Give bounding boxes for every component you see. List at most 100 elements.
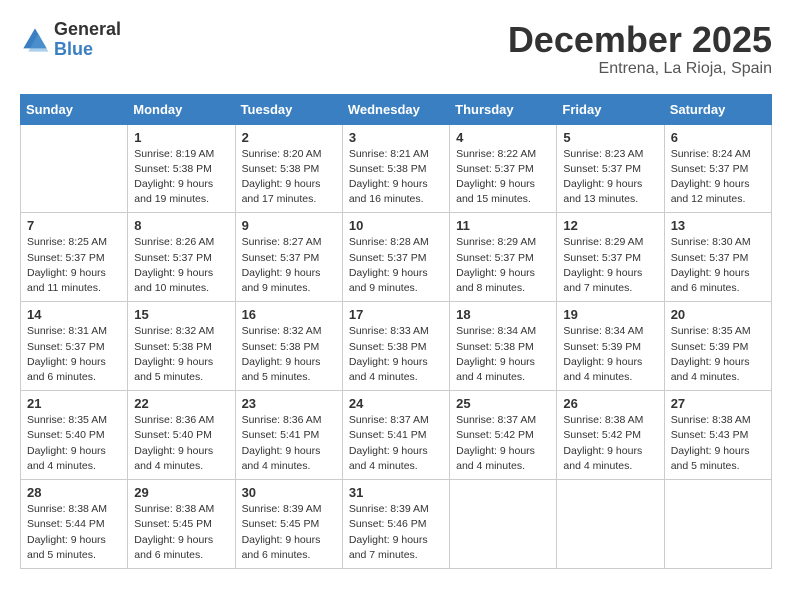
calendar-day-cell: 24Sunrise: 8:37 AM Sunset: 5:41 PM Dayli… [342,391,449,480]
day-number: 23 [242,396,336,411]
calendar-day-cell: 8 Sunrise: 8:26 AM Sunset: 5:37 PM Daylig… [128,213,235,302]
day-number: 9 [242,218,336,233]
calendar-day-cell: 22 Sunrise: 8:36 AM Sunset: 5:40 PM Dayli… [128,391,235,480]
calendar-day-cell: 13 Sunrise: 8:30 AM Sunset: 5:37 PM Dayli… [664,213,771,302]
day-info: Sunrise: 8:31 AM Sunset: 5:37 PM Dayligh… [27,324,121,385]
day-info: Sunrise: 8:36 AM Sunset: 5:41 PM Dayligh… [242,413,336,474]
location: Entrena, La Rioja, Spain [508,60,772,78]
day-of-week-header: Wednesday [342,94,449,124]
day-info: Sunrise: 8:23 AM Sunset: 5:37 PM Dayligh… [563,147,657,208]
day-number: 21 [27,396,121,411]
day-info: Sunrise: 8:28 AM Sunset: 5:37 PM Dayligh… [349,235,443,296]
day-number: 5 [563,130,657,145]
day-of-week-header: Saturday [664,94,771,124]
calendar-day-cell: 28 Sunrise: 8:38 AM Sunset: 5:44 PM Dayli… [21,480,128,569]
calendar-day-cell: 9 Sunrise: 8:27 AM Sunset: 5:37 PM Daylig… [235,213,342,302]
calendar-day-cell: 17Sunrise: 8:33 AM Sunset: 5:38 PM Dayli… [342,302,449,391]
calendar-day-cell: 10 Sunrise: 8:28 AM Sunset: 5:37 PM Dayli… [342,213,449,302]
calendar-day-cell [557,480,664,569]
day-info: Sunrise: 8:21 AM Sunset: 5:38 PM Dayligh… [349,147,443,208]
day-info: Sunrise: 8:38 AM Sunset: 5:43 PM Dayligh… [671,413,765,474]
day-of-week-header: Thursday [450,94,557,124]
day-info: Sunrise: 8:37 AM Sunset: 5:41 PM Dayligh… [349,413,443,474]
calendar-table: SundayMondayTuesdayWednesdayThursdayFrid… [20,94,772,569]
calendar-week-row: 14Sunrise: 8:31 AM Sunset: 5:37 PM Dayli… [21,302,772,391]
calendar-day-cell: 2Sunrise: 8:20 AM Sunset: 5:38 PM Daylig… [235,124,342,213]
calendar-day-cell: 21 Sunrise: 8:35 AM Sunset: 5:40 PM Dayli… [21,391,128,480]
day-number: 28 [27,485,121,500]
day-info: Sunrise: 8:38 AM Sunset: 5:45 PM Dayligh… [134,502,228,563]
day-info: Sunrise: 8:35 AM Sunset: 5:39 PM Dayligh… [671,324,765,385]
logo: General Blue [20,20,121,60]
calendar-day-cell [450,480,557,569]
calendar-day-cell [664,480,771,569]
day-info: Sunrise: 8:32 AM Sunset: 5:38 PM Dayligh… [242,324,336,385]
day-number: 1 [134,130,228,145]
day-info: Sunrise: 8:29 AM Sunset: 5:37 PM Dayligh… [563,235,657,296]
calendar-day-cell: 14Sunrise: 8:31 AM Sunset: 5:37 PM Dayli… [21,302,128,391]
day-number: 20 [671,307,765,322]
day-info: Sunrise: 8:39 AM Sunset: 5:45 PM Dayligh… [242,502,336,563]
day-info: Sunrise: 8:34 AM Sunset: 5:38 PM Dayligh… [456,324,550,385]
logo-icon [20,25,50,55]
calendar-week-row: 1 Sunrise: 8:19 AM Sunset: 5:38 PM Daylig… [21,124,772,213]
day-of-week-header: Sunday [21,94,128,124]
day-info: Sunrise: 8:38 AM Sunset: 5:44 PM Dayligh… [27,502,121,563]
page-header: General Blue December 2025 Entrena, La R… [20,20,772,78]
day-number: 10 [349,218,443,233]
day-info: Sunrise: 8:22 AM Sunset: 5:37 PM Dayligh… [456,147,550,208]
calendar-day-cell: 12Sunrise: 8:29 AM Sunset: 5:37 PM Dayli… [557,213,664,302]
day-number: 19 [563,307,657,322]
day-of-week-header: Tuesday [235,94,342,124]
calendar-day-cell: 25 Sunrise: 8:37 AM Sunset: 5:42 PM Dayli… [450,391,557,480]
calendar-day-cell [21,124,128,213]
calendar-day-cell: 30 Sunrise: 8:39 AM Sunset: 5:45 PM Dayli… [235,480,342,569]
day-number: 25 [456,396,550,411]
day-number: 3 [349,130,443,145]
day-number: 11 [456,218,550,233]
calendar-day-cell: 20 Sunrise: 8:35 AM Sunset: 5:39 PM Dayli… [664,302,771,391]
logo-blue: Blue [54,40,121,60]
calendar-day-cell: 3 Sunrise: 8:21 AM Sunset: 5:38 PM Daylig… [342,124,449,213]
day-info: Sunrise: 8:26 AM Sunset: 5:37 PM Dayligh… [134,235,228,296]
day-info: Sunrise: 8:19 AM Sunset: 5:38 PM Dayligh… [134,147,228,208]
day-info: Sunrise: 8:34 AM Sunset: 5:39 PM Dayligh… [563,324,657,385]
calendar-day-cell: 29Sunrise: 8:38 AM Sunset: 5:45 PM Dayli… [128,480,235,569]
calendar-header-row: SundayMondayTuesdayWednesdayThursdayFrid… [21,94,772,124]
day-info: Sunrise: 8:27 AM Sunset: 5:37 PM Dayligh… [242,235,336,296]
calendar-day-cell: 26Sunrise: 8:38 AM Sunset: 5:42 PM Dayli… [557,391,664,480]
calendar-day-cell: 11 Sunrise: 8:29 AM Sunset: 5:37 PM Dayli… [450,213,557,302]
calendar-day-cell: 15 Sunrise: 8:32 AM Sunset: 5:38 PM Dayli… [128,302,235,391]
day-number: 15 [134,307,228,322]
calendar-day-cell: 1 Sunrise: 8:19 AM Sunset: 5:38 PM Daylig… [128,124,235,213]
day-number: 30 [242,485,336,500]
day-number: 7 [27,218,121,233]
day-info: Sunrise: 8:35 AM Sunset: 5:40 PM Dayligh… [27,413,121,474]
day-number: 8 [134,218,228,233]
calendar-day-cell: 16Sunrise: 8:32 AM Sunset: 5:38 PM Dayli… [235,302,342,391]
calendar-day-cell: 19 Sunrise: 8:34 AM Sunset: 5:39 PM Dayli… [557,302,664,391]
day-info: Sunrise: 8:36 AM Sunset: 5:40 PM Dayligh… [134,413,228,474]
day-number: 18 [456,307,550,322]
day-info: Sunrise: 8:30 AM Sunset: 5:37 PM Dayligh… [671,235,765,296]
calendar-day-cell: 27 Sunrise: 8:38 AM Sunset: 5:43 PM Dayli… [664,391,771,480]
logo-text: General Blue [54,20,121,60]
day-number: 2 [242,130,336,145]
logo-general: General [54,20,121,40]
day-number: 26 [563,396,657,411]
title-area: December 2025 Entrena, La Rioja, Spain [508,20,772,78]
month-title: December 2025 [508,20,772,60]
day-number: 13 [671,218,765,233]
day-number: 27 [671,396,765,411]
day-info: Sunrise: 8:32 AM Sunset: 5:38 PM Dayligh… [134,324,228,385]
calendar-week-row: 7Sunrise: 8:25 AM Sunset: 5:37 PM Daylig… [21,213,772,302]
calendar-day-cell: 18 Sunrise: 8:34 AM Sunset: 5:38 PM Dayli… [450,302,557,391]
day-info: Sunrise: 8:39 AM Sunset: 5:46 PM Dayligh… [349,502,443,563]
day-info: Sunrise: 8:37 AM Sunset: 5:42 PM Dayligh… [456,413,550,474]
day-info: Sunrise: 8:29 AM Sunset: 5:37 PM Dayligh… [456,235,550,296]
day-number: 6 [671,130,765,145]
day-number: 22 [134,396,228,411]
day-info: Sunrise: 8:33 AM Sunset: 5:38 PM Dayligh… [349,324,443,385]
day-number: 31 [349,485,443,500]
calendar-day-cell: 5 Sunrise: 8:23 AM Sunset: 5:37 PM Daylig… [557,124,664,213]
